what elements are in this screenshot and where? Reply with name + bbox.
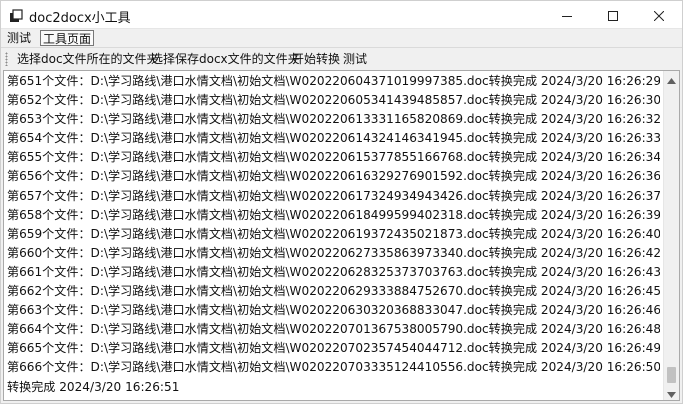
log-line: 第660个文件：D:\学习路线\港口水情文档\初始文档\W02022062733…	[7, 245, 660, 260]
maximize-button[interactable]	[590, 1, 636, 29]
log-line: 第664个文件：D:\学习路线\港口水情文档\初始文档\W02022070136…	[7, 322, 660, 337]
select-docx-save-folder-button[interactable]: 选择保存docx文件的文件夹	[151, 51, 300, 67]
close-icon	[653, 6, 665, 25]
chevron-down-icon	[667, 383, 676, 400]
log-line: 第662个文件：D:\学习路线\港口水情文档\初始文档\W02022062933…	[7, 284, 660, 299]
toolbar-test-button[interactable]: 测试	[343, 51, 367, 67]
scroll-up-button[interactable]	[664, 71, 679, 86]
log-line: 转换完成 2024/3/20 16:26:51	[7, 379, 180, 394]
vertical-scrollbar[interactable]	[663, 71, 679, 400]
chevron-up-icon	[667, 71, 676, 88]
toolbar-grip-icon[interactable]	[5, 52, 8, 66]
log-lines: 第651个文件：D:\学习路线\港口水情文档\初始文档\W02022060437…	[7, 72, 660, 397]
scroll-thumb[interactable]	[667, 367, 676, 383]
log-line: 第654个文件：D:\学习路线\港口水情文档\初始文档\W02022061432…	[7, 131, 660, 146]
log-line: 第655个文件：D:\学习路线\港口水情文档\初始文档\W02022061537…	[7, 150, 660, 165]
minimize-button[interactable]	[544, 1, 590, 29]
scroll-down-button[interactable]	[664, 385, 679, 400]
conversion-log[interactable]: 第651个文件：D:\学习路线\港口水情文档\初始文档\W02022060437…	[3, 70, 680, 401]
log-line: 第651个文件：D:\学习路线\港口水情文档\初始文档\W02022060437…	[7, 74, 660, 88]
log-line: 第653个文件：D:\学习路线\港口水情文档\初始文档\W02022061333…	[7, 112, 660, 127]
log-line: 第665个文件：D:\学习路线\港口水情文档\初始文档\W02022070235…	[7, 341, 660, 356]
log-line: 第661个文件：D:\学习路线\港口水情文档\初始文档\W02022062832…	[7, 264, 660, 279]
close-button[interactable]	[636, 1, 682, 29]
title-bar[interactable]: doc2docx小工具	[1, 1, 682, 29]
window-title: doc2docx小工具	[29, 11, 131, 26]
log-line: 第663个文件：D:\学习路线\港口水情文档\初始文档\W02022063032…	[7, 303, 660, 318]
minimize-icon	[562, 6, 572, 25]
app-window: doc2docx小工具 测试 工具页面 选择doc文件所在的文件夹 选择保存do…	[0, 0, 683, 404]
menu-bar: 测试 工具页面	[1, 29, 682, 47]
start-convert-button[interactable]: 开始转换	[292, 51, 340, 67]
log-line: 第656个文件：D:\学习路线\港口水情文档\初始文档\W02022061632…	[7, 169, 660, 184]
log-line: 第659个文件：D:\学习路线\港口水情文档\初始文档\W02022061937…	[7, 226, 660, 241]
maximize-icon	[608, 6, 618, 25]
toolbar: 选择doc文件所在的文件夹 选择保存docx文件的文件夹 开始转换 测试	[1, 47, 682, 69]
menu-item-tools-page[interactable]: 工具页面	[40, 30, 95, 46]
select-doc-folder-button[interactable]: 选择doc文件所在的文件夹	[17, 51, 159, 67]
log-line: 第658个文件：D:\学习路线\港口水情文档\初始文档\W02022061849…	[7, 207, 660, 222]
log-line: 第657个文件：D:\学习路线\港口水情文档\初始文档\W02022061732…	[7, 188, 660, 203]
log-line: 第652个文件：D:\学习路线\港口水情文档\初始文档\W02022060534…	[7, 93, 660, 108]
menu-item-test[interactable]: 测试	[5, 30, 33, 46]
app-icon	[9, 8, 23, 22]
log-line: 第666个文件：D:\学习路线\港口水情文档\初始文档\W02022070333…	[7, 360, 660, 375]
